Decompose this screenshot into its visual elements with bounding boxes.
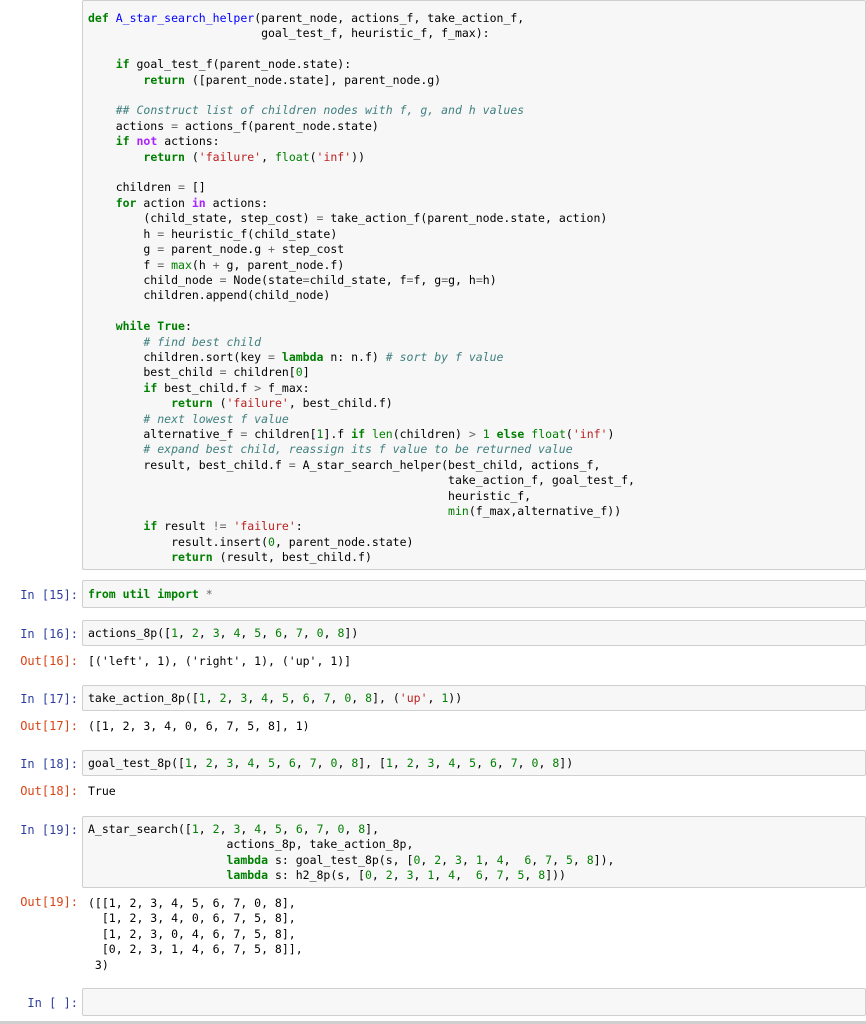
input-prompt: In [17]:	[20, 692, 78, 706]
code-cell-16[interactable]: In [16]: actions_8p([1, 2, 3, 4, 5, 6, 7…	[0, 620, 866, 672]
cell-19-source[interactable]: A_star_search([1, 2, 3, 4, 5, 6, 7, 0, 8…	[83, 817, 865, 884]
cell-input-editor[interactable]: def A_star_search_helper(parent_node, ac…	[82, 0, 866, 570]
code-cell-19[interactable]: In [19]: A_star_search([1, 2, 3, 4, 5, 6…	[0, 816, 866, 976]
cell-16-output: [('left', 1), ('right', 1), ('up', 1)]	[88, 654, 352, 668]
astar-helper-source[interactable]: def A_star_search_helper(parent_node, ac…	[83, 1, 865, 566]
input-prompt: In [ ]:	[27, 996, 78, 1010]
code-cell-18[interactable]: In [18]: goal_test_8p([1, 2, 3, 4, 5, 6,…	[0, 750, 866, 802]
cell-input-editor[interactable]: goal_test_8p([1, 2, 3, 4, 5, 6, 7, 0, 8]…	[82, 750, 866, 776]
cell-17-output: ([1, 2, 3, 4, 0, 6, 7, 5, 8], 1)	[88, 719, 310, 733]
input-prompt: In [15]:	[20, 588, 78, 602]
cell-19-output: ([[1, 2, 3, 4, 5, 6, 7, 0, 8], [1, 2, 3,…	[88, 896, 303, 972]
code-cell-empty[interactable]: In [ ]:	[0, 988, 866, 1016]
cell-input-editor[interactable]: actions_8p([1, 2, 3, 4, 5, 6, 7, 0, 8])	[82, 620, 866, 646]
code-cell-astar-helper[interactable]: def A_star_search_helper(parent_node, ac…	[0, 0, 866, 570]
cell-17-source[interactable]: take_action_8p([1, 2, 3, 4, 5, 6, 7, 0, …	[83, 686, 865, 706]
cell-input-editor[interactable]: from util import *	[82, 580, 866, 608]
code-cell-15[interactable]: In [15]: from util import *	[0, 580, 866, 608]
cell-input-editor[interactable]: take_action_8p([1, 2, 3, 4, 5, 6, 7, 0, …	[82, 685, 866, 711]
input-prompt: In [19]:	[20, 823, 78, 837]
cell-18-output: True	[88, 784, 116, 798]
empty-cell-source[interactable]	[83, 989, 865, 995]
cell-input-editor[interactable]: A_star_search([1, 2, 3, 4, 5, 6, 7, 0, 8…	[82, 816, 866, 888]
input-prompt: In [18]:	[20, 757, 78, 771]
output-prompt: Out[16]:	[20, 654, 78, 668]
cell-15-source[interactable]: from util import *	[83, 581, 865, 602]
input-prompt: In [16]:	[20, 627, 78, 641]
output-prompt: Out[17]:	[20, 719, 78, 733]
cell-input-editor[interactable]	[82, 988, 866, 1016]
output-prompt: Out[18]:	[20, 784, 78, 798]
output-prompt: Out[19]:	[20, 895, 78, 909]
cell-16-source[interactable]: actions_8p([1, 2, 3, 4, 5, 6, 7, 0, 8])	[83, 621, 865, 641]
code-cell-17[interactable]: In [17]: take_action_8p([1, 2, 3, 4, 5, …	[0, 685, 866, 737]
cell-18-source[interactable]: goal_test_8p([1, 2, 3, 4, 5, 6, 7, 0, 8]…	[83, 751, 865, 771]
